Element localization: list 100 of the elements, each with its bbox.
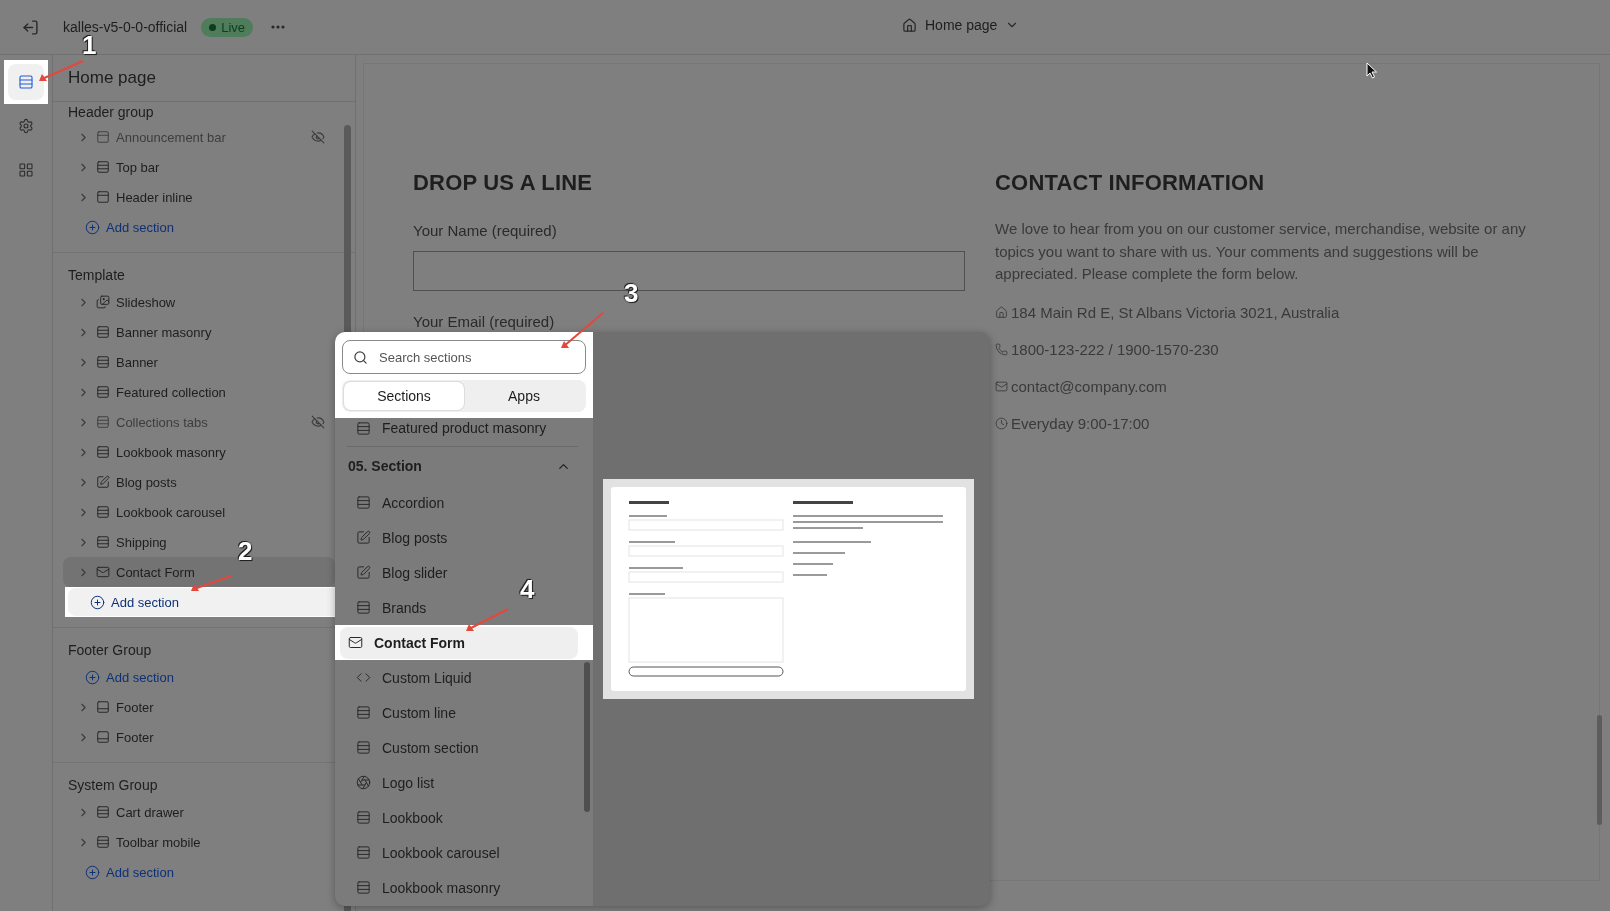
section-item[interactable]: Footer [63,692,164,722]
section-item[interactable]: Featured collection [63,377,236,407]
panel-bottom-icon [96,730,110,744]
rows-icon [96,835,110,849]
rows-icon [356,705,371,720]
rows-icon [96,805,110,819]
section-label: Lookbook masonry [116,444,226,460]
section-label: Header inline [116,189,193,205]
section-label: Shipping [116,534,167,550]
pen-square-icon [356,565,371,580]
section-option[interactable]: Accordion [343,485,455,520]
rows-icon [356,810,371,825]
step-number: 3 [624,278,639,309]
scrollbar[interactable] [1597,715,1602,825]
rows-icon [96,445,110,459]
grid-icon [18,162,34,178]
section-item[interactable]: Footer [63,722,164,752]
section-item[interactable]: Banner masonry [63,317,222,347]
aperture-icon [356,775,371,790]
section-option[interactable]: Contact Form [340,626,578,659]
section-item[interactable]: Lookbook masonry [63,437,236,467]
section-label: Banner [116,354,158,370]
house-icon [995,305,1008,319]
section-item[interactable]: Collections tabs [63,407,335,437]
eye-off-icon[interactable] [311,130,325,144]
rows-icon [96,160,110,174]
add-section-button[interactable]: Add section [63,858,184,886]
group-title: Footer Group [67,641,153,660]
plus-circle-icon [90,594,105,610]
section-label: Contact Form [116,564,195,580]
section-item[interactable]: Toolbar mobile [63,827,211,857]
category-header[interactable]: 05. Section [335,447,593,485]
section-item[interactable]: Blog posts [63,467,187,497]
scrollbar[interactable] [584,662,590,812]
section-item[interactable]: Slideshow [63,287,186,317]
rows-icon [18,74,34,90]
eye-off-icon[interactable] [311,415,325,429]
section-option[interactable]: Custom section [343,730,489,765]
phone-icon [995,342,1008,356]
panel-top-icon [96,130,110,144]
field-label: Your Name (required) [413,222,558,239]
rows-icon [96,505,110,519]
section-option[interactable]: Featured product masonry [343,418,557,438]
arrow-icon [465,608,509,632]
section-option[interactable]: Lookbook masonry [343,870,511,905]
section-label: Banner masonry [116,324,212,340]
settings-icon [18,118,34,134]
store-name: kalles-v5-0-0-official [63,19,188,35]
section-option[interactable]: Lookbook carousel [343,835,510,870]
add-section-button[interactable]: Add section [63,663,184,691]
rows-icon [356,845,371,860]
section-option[interactable]: Custom line [343,695,466,730]
envelope-icon [348,635,363,650]
section-item[interactable]: Announcement bar [63,122,335,152]
exit-icon [22,18,39,36]
section-label: Cart drawer [116,804,184,820]
section-option[interactable]: Logo list [343,765,445,800]
plus-circle-icon [85,669,100,685]
arrow-icon [190,575,232,592]
panel-top-icon [96,190,110,204]
field-label: Your Email (required) [413,313,556,330]
search-icon [353,350,368,365]
group-title: Template [67,266,126,285]
pen-square-icon [96,475,110,489]
section-option[interactable]: Lookbook [343,800,453,835]
plus-circle-icon [85,219,100,235]
pen-square-icon [356,530,371,545]
section-item[interactable]: Cart drawer [63,797,194,827]
info-text: Everyday 9:00-17:00 [1011,413,1150,434]
section-option[interactable]: Custom Liquid [343,660,482,695]
step-number: 4 [520,574,535,605]
section-item[interactable]: Lookbook carousel [63,497,236,527]
tab[interactable]: Apps [464,382,584,410]
sections-button[interactable] [8,64,44,100]
section-item[interactable]: Header inline [63,182,203,212]
envelope-icon [995,379,1008,393]
group-title: System Group [67,776,159,795]
tab[interactable]: Sections [344,382,464,410]
section-label: Announcement bar [116,129,226,145]
rows-icon [356,880,371,895]
section-label: Collections tabs [116,414,208,430]
section-option[interactable]: Brands [343,590,437,625]
section-label: Blog posts [116,474,177,490]
page-selector[interactable]: Home page [898,15,1024,35]
cursor-icon [1366,62,1378,79]
rows-icon [96,355,110,369]
add-section-button[interactable]: Add section [63,213,184,241]
rows-icon [356,420,371,436]
rows-icon [96,325,110,339]
section-option[interactable]: Blog posts [343,520,458,555]
section-item[interactable]: Shipping [63,527,177,557]
section-item[interactable]: Top bar [63,152,170,182]
group-title: Header group [67,103,155,122]
section-item[interactable]: Banner [63,347,168,377]
search-field[interactable]: Search sections [342,340,586,374]
info-heading: CONTACT INFORMATION [995,170,1266,196]
section-option[interactable]: Blog slider [343,555,458,590]
rows-icon [356,495,371,510]
panel-bottom-icon [96,700,110,714]
section-label: Toolbar mobile [116,834,201,850]
